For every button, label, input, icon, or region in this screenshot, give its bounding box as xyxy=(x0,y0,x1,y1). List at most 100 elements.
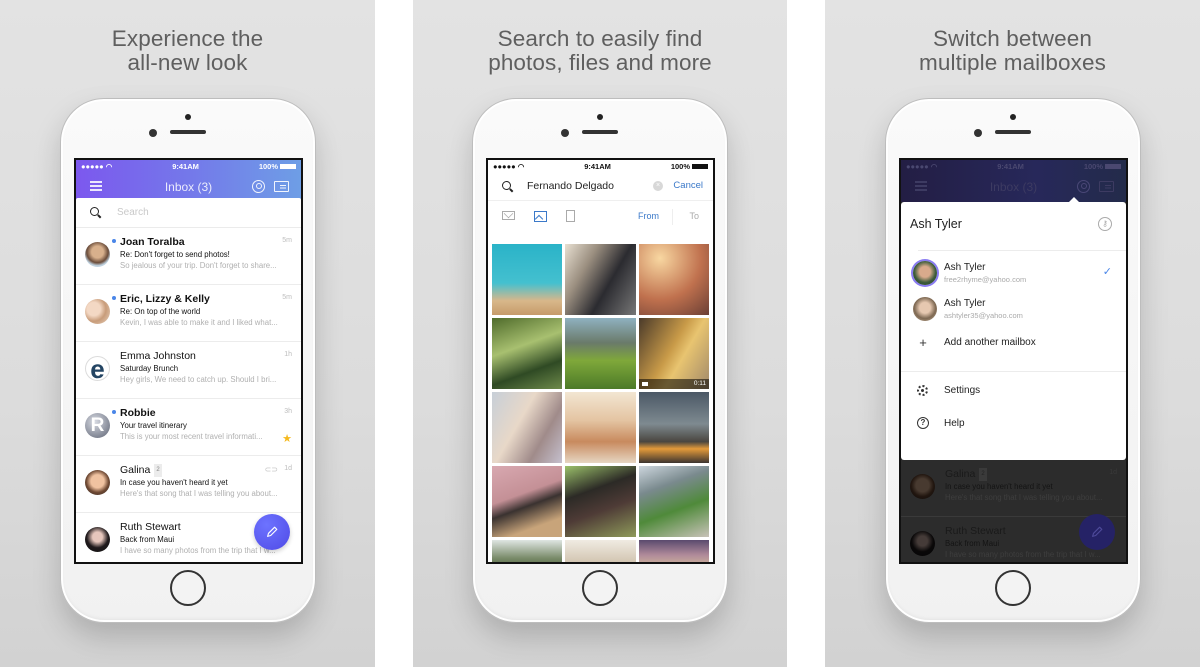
photo-thumbnail[interactable] xyxy=(492,244,563,315)
home-button[interactable] xyxy=(582,570,618,606)
earpiece-speaker xyxy=(582,130,618,134)
battery-percent: 100% xyxy=(258,161,278,171)
settings-label: Settings xyxy=(944,385,981,396)
account-name: Ash Tyler xyxy=(944,262,986,273)
status-time: 9:41AM xyxy=(172,161,199,171)
search-query-input[interactable]: Fernando Delgado xyxy=(527,180,614,192)
caption-line-1: Search to easily find xyxy=(497,26,703,51)
from-filter-tab[interactable]: From xyxy=(638,211,659,221)
email-row[interactable]: R Robbie Your travel itinerary This is y… xyxy=(76,399,301,456)
avatar: R xyxy=(85,413,110,438)
hamburger-icon[interactable] xyxy=(90,181,102,191)
phone-frame: ●●●●● ◠ 9:41AM 100% Fernando Delgado × C… xyxy=(472,98,728,623)
photo-thumbnail[interactable] xyxy=(565,466,636,537)
email-row: Galina 2 In case you haven't heard it yet… xyxy=(901,460,1126,517)
account-name: Ash Tyler xyxy=(944,298,986,309)
battery-icon xyxy=(692,164,708,170)
battery-indicator: 100% xyxy=(1084,162,1121,171)
to-filter-tab[interactable]: To xyxy=(689,211,699,221)
newsfeed-icon[interactable] xyxy=(274,181,289,192)
search-icon xyxy=(90,207,101,218)
photo-thumbnail[interactable] xyxy=(492,318,563,389)
email-snippet: Here's that song that I was telling you … xyxy=(945,493,1103,502)
search-input[interactable]: Search xyxy=(117,207,149,218)
photo-thumbnail[interactable] xyxy=(565,318,636,389)
avatar: e xyxy=(85,356,110,381)
phone-frame: ●●●●● ◠ 9:41AM 100% Inbox (3) Search Joa… xyxy=(60,98,316,623)
gear-icon xyxy=(917,385,928,396)
cancel-button[interactable]: Cancel xyxy=(673,180,703,191)
caption-line-2: photos, files and more xyxy=(488,50,712,75)
help-icon: ? xyxy=(917,417,929,429)
help-label: Help xyxy=(944,418,965,429)
email-subject: In case you haven't heard it yet xyxy=(945,482,1053,491)
signal-icon: ●●●●● ◠ xyxy=(906,161,938,171)
video-duration: 0:11 xyxy=(638,379,709,389)
status-bar: ●●●●● ◠ 9:41AM 100% xyxy=(901,160,1126,172)
photo-thumbnail[interactable] xyxy=(565,392,636,463)
photo-thumbnail[interactable] xyxy=(565,540,636,562)
photo-thumbnail[interactable] xyxy=(638,244,709,315)
email-row[interactable]: Eric, Lizzy & Kelly Re: On top of the wo… xyxy=(76,285,301,342)
account-row[interactable]: Ash Tyler ashtyler35@yahoo.com xyxy=(901,293,1126,327)
photo-thumbnail[interactable] xyxy=(638,540,709,562)
compose-button xyxy=(1079,514,1115,550)
battery-icon xyxy=(280,164,296,170)
caption: Switch between multiple mailboxes xyxy=(825,27,1200,75)
battery-percent: 100% xyxy=(1083,161,1103,171)
email-time: 1d xyxy=(1109,469,1117,476)
photo-thumbnail[interactable] xyxy=(638,392,709,463)
help-item[interactable]: ? Help xyxy=(901,414,1126,436)
account-icon[interactable] xyxy=(1077,180,1090,193)
settings-item[interactable]: Settings xyxy=(901,381,1126,403)
star-icon[interactable]: ★ xyxy=(282,432,292,445)
search-header: Fernando Delgado × Cancel xyxy=(488,172,713,200)
video-thumbnail[interactable]: 0:11 xyxy=(638,318,709,389)
front-camera xyxy=(974,129,982,137)
photo-thumbnail[interactable] xyxy=(565,244,636,315)
email-row[interactable]: Joan Toralba Re: Don't forget to send ph… xyxy=(76,228,301,285)
files-filter-icon[interactable] xyxy=(566,210,575,222)
photo-thumbnail[interactable] xyxy=(492,392,563,463)
mail-filter-icon[interactable] xyxy=(502,211,515,220)
account-row[interactable]: Ash Tyler free2rhyme@yahoo.com ✓ xyxy=(901,257,1126,291)
signal-icon: ●●●●● ◠ xyxy=(493,161,525,171)
photo-thumbnail[interactable] xyxy=(638,466,709,537)
email-time: 1d xyxy=(284,465,292,472)
account-email: ashtyler35@yahoo.com xyxy=(944,311,1023,320)
search-filters: From To xyxy=(488,200,713,232)
pencil-icon xyxy=(267,526,278,537)
email-subject: Re: On top of the world xyxy=(120,307,201,316)
newsfeed-icon[interactable] xyxy=(1099,181,1114,192)
account-icon[interactable] xyxy=(252,180,265,193)
dropdown-title: Ash Tyler xyxy=(910,217,962,231)
battery-indicator: 100% xyxy=(259,162,296,171)
home-button[interactable] xyxy=(995,570,1031,606)
nav-bar: Inbox (3) xyxy=(901,172,1126,202)
email-subject: Saturday Brunch xyxy=(120,364,179,373)
mailbox-switcher-screen: ●●●●● ◠ 9:41AM 100% Inbox (3) Ash Tyler … xyxy=(899,158,1128,564)
search-icon xyxy=(502,180,513,192)
search-bar[interactable]: Search xyxy=(76,198,301,228)
email-row[interactable]: Galina 2 In case you haven't heard it yet… xyxy=(76,456,301,513)
email-row[interactable]: e Emma Johnston Saturday Brunch Hey girl… xyxy=(76,342,301,399)
avatar xyxy=(910,474,935,499)
dimmed-email-list: Galina 2 In case you haven't heard it yet… xyxy=(901,460,1126,562)
photo-thumbnail[interactable] xyxy=(492,466,563,537)
status-time: 9:41AM xyxy=(584,161,611,171)
clear-search-button[interactable]: × xyxy=(653,181,663,191)
avatar xyxy=(85,470,110,495)
photo-thumbnail[interactable] xyxy=(492,540,563,562)
email-subject: Your travel itinerary xyxy=(120,421,187,430)
email-snippet: Kevin, I was able to make it and I liked… xyxy=(120,318,278,327)
photos-filter-icon[interactable] xyxy=(534,211,547,222)
account-email: free2rhyme@yahoo.com xyxy=(944,275,1027,284)
search-screen: ●●●●● ◠ 9:41AM 100% Fernando Delgado × C… xyxy=(486,158,715,564)
pencil-icon xyxy=(1092,526,1103,537)
key-icon[interactable]: ⚷ xyxy=(1098,217,1112,231)
status-time: 9:41AM xyxy=(997,161,1024,171)
hamburger-icon[interactable] xyxy=(915,181,927,191)
home-button[interactable] xyxy=(170,570,206,606)
compose-button[interactable] xyxy=(254,514,290,550)
add-mailbox-item[interactable]: + Add another mailbox xyxy=(901,333,1126,355)
